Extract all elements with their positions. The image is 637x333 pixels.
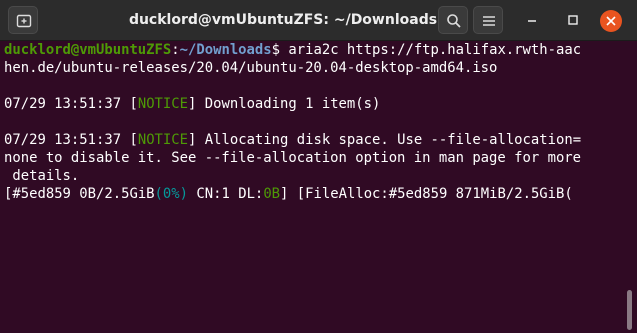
notice-text-continuation: details. <box>4 168 80 184</box>
minimize-icon <box>528 20 536 22</box>
window-title: ducklord@vmUbuntuZFS: ~/Downloads <box>128 12 438 28</box>
prompt-separator: : <box>171 42 180 58</box>
bracket-open: [ <box>129 132 138 148</box>
paren-open: ( <box>154 186 163 202</box>
paren-close: ) <box>179 186 189 202</box>
notice-text: Allocating disk space. Use --file-alloca… <box>196 132 582 148</box>
hamburger-menu-icon <box>483 16 495 26</box>
scrollbar[interactable] <box>627 290 632 330</box>
notice-line-allocating: 07/29 13:51:37 [NOTICE] Allocating disk … <box>4 131 624 149</box>
progress-gid: #5ed859 0B/2.5GiB <box>12 186 155 202</box>
notice-timestamp: 07/29 13:51:37 <box>4 96 130 112</box>
maximize-button[interactable] <box>564 11 582 29</box>
progress-file-alloc: [FileAlloc:#5ed859 871MiB/2.5GiB( <box>288 186 573 202</box>
close-button[interactable] <box>600 10 622 32</box>
close-icon <box>606 16 616 26</box>
search-button[interactable] <box>438 6 468 34</box>
terminal-output[interactable]: ducklord@vmUbuntuZFS:~/Downloads$ aria2c… <box>4 41 624 333</box>
bracket-open: [ <box>129 96 138 112</box>
new-tab-icon <box>16 14 32 28</box>
progress-line: [#5ed859 0B/2.5GiB(0%) CN:1 DL:0B] [File… <box>4 185 624 203</box>
progress-percent: 0% <box>162 186 180 202</box>
notice-timestamp: 07/29 13:51:37 <box>4 132 130 148</box>
notice-tag: NOTICE <box>137 96 189 112</box>
title-bar[interactable]: ducklord@vmUbuntuZFS: ~/Downloads <box>0 0 637 41</box>
progress-connections: CN:1 DL: <box>188 186 264 202</box>
minimize-button[interactable] <box>523 11 541 29</box>
notice-text: Downloading 1 item(s) <box>196 96 381 112</box>
command-line: ducklord@vmUbuntuZFS:~/Downloads$ aria2c… <box>4 41 624 59</box>
progress-download-rate: 0B <box>263 186 281 202</box>
notice-line-downloading: 07/29 13:51:37 [NOTICE] Downloading 1 it… <box>4 95 624 113</box>
command-continuation: hen.de/ubuntu-releases/20.04/ubuntu-20.0… <box>4 60 498 76</box>
search-icon <box>447 14 461 28</box>
prompt-path: ~/Downloads <box>179 42 272 58</box>
new-tab-button[interactable] <box>8 6 38 34</box>
prompt-symbol: $ <box>271 42 289 58</box>
prompt-user: ducklord@vmUbuntuZFS <box>4 42 172 58</box>
notice-text-continuation: none to disable it. See --file-allocatio… <box>4 150 582 166</box>
menu-button[interactable] <box>473 6 503 34</box>
maximize-icon <box>568 15 578 25</box>
terminal-window: ducklord@vmUbuntuZFS: ~/Downloads ducklo… <box>0 0 637 333</box>
command-text: aria2c https://ftp.halifax.rwth-aac <box>288 42 582 58</box>
notice-tag: NOTICE <box>137 132 189 148</box>
